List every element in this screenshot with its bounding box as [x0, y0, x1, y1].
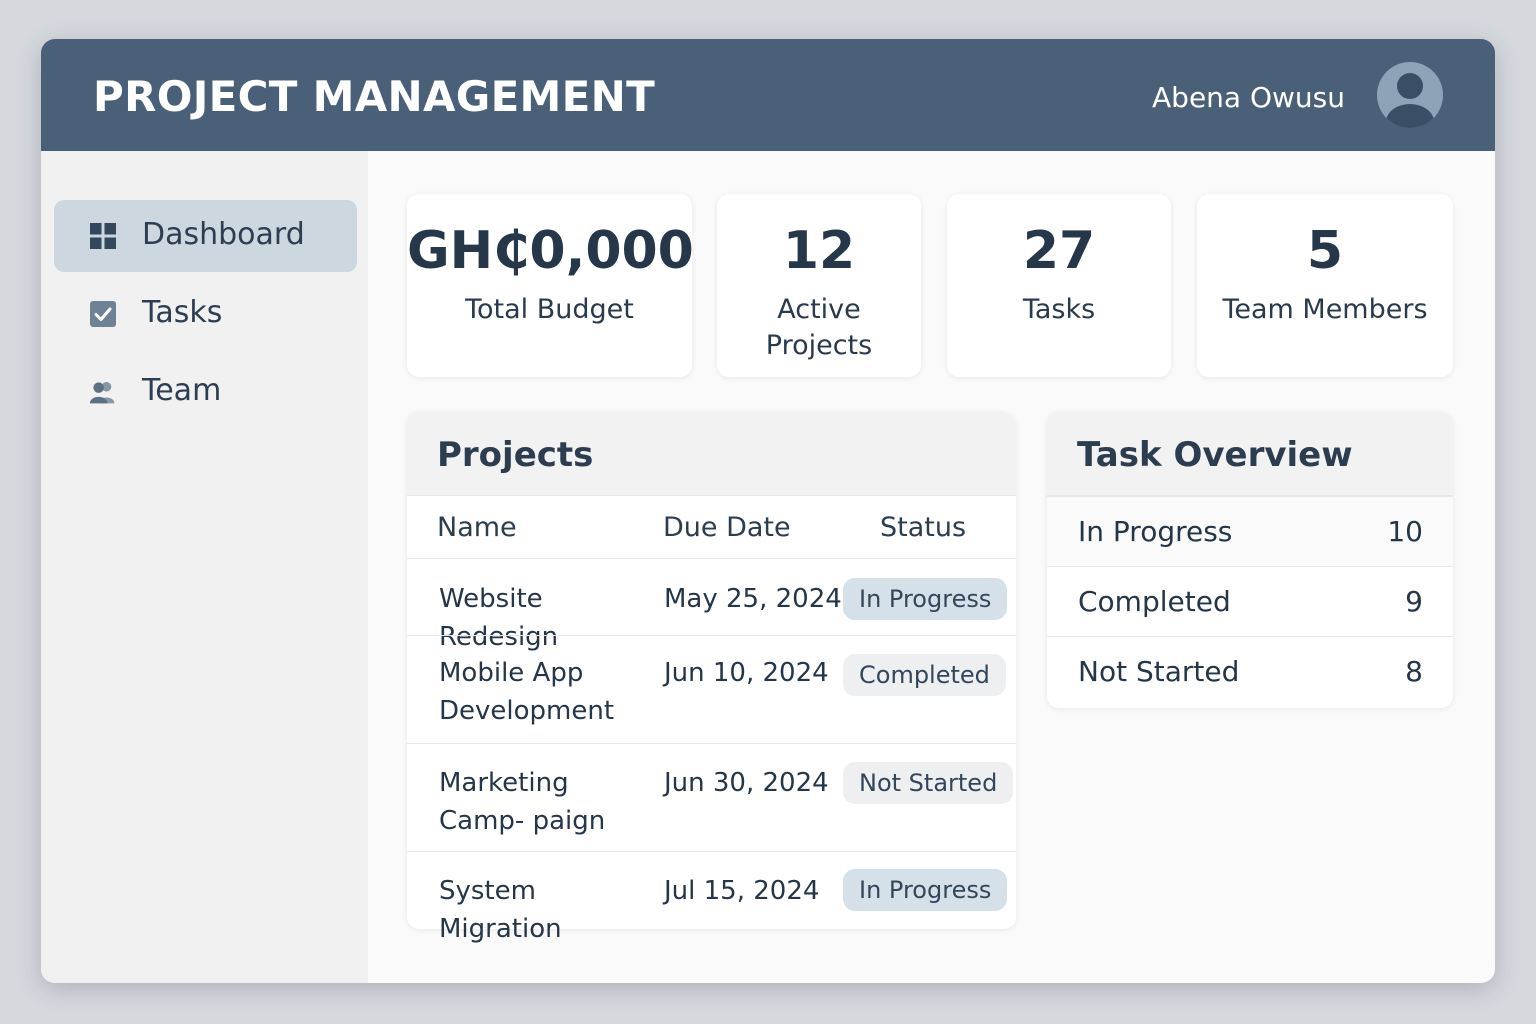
stat-card-tasks: 27 Tasks [947, 194, 1171, 377]
stat-label: Total Budget [465, 294, 634, 325]
app-title: PROJECT MANAGEMENT [93, 72, 656, 121]
overview-count: 10 [1387, 515, 1423, 548]
sidebar: Dashboard Tasks Team [41, 151, 368, 983]
overview-label: In Progress [1078, 515, 1233, 548]
sidebar-item-tasks[interactable]: Tasks [54, 278, 357, 350]
grid-icon [90, 223, 116, 249]
panel-title: Task Overview [1077, 435, 1353, 475]
project-due-date: Jul 15, 2024 [664, 876, 820, 906]
column-header-due-date[interactable]: Due Date [663, 512, 791, 543]
divider [407, 635, 1016, 636]
overview-row-in-progress[interactable]: In Progress 10 [1047, 496, 1453, 566]
sidebar-item-dashboard[interactable]: Dashboard [54, 200, 357, 272]
stat-label: Team Members [1222, 294, 1428, 325]
task-overview-header: Task Overview [1047, 412, 1453, 496]
overview-row-not-started[interactable]: Not Started 8 [1047, 636, 1453, 706]
divider [407, 743, 1016, 744]
stat-card-team-members: 5 Team Members [1197, 194, 1453, 377]
app-window: PROJECT MANAGEMENT Abena Owusu Dashboard… [41, 39, 1495, 983]
overview-count: 9 [1405, 585, 1423, 618]
people-icon [89, 381, 115, 404]
status-badge: Completed [843, 654, 1006, 696]
overview-count: 8 [1405, 655, 1423, 688]
stat-value: GH₵0,000 [407, 221, 694, 281]
overview-row-completed[interactable]: Completed 9 [1047, 566, 1453, 636]
app-header: PROJECT MANAGEMENT Abena Owusu [41, 39, 1495, 151]
stat-label: Tasks [1022, 294, 1096, 325]
avatar[interactable] [1377, 62, 1443, 128]
projects-panel: Projects Name Due Date Status Website Re… [407, 412, 1016, 944]
avatar-head [1397, 73, 1423, 99]
project-name[interactable]: Website Redesign [439, 580, 664, 656]
stat-value: 27 [1022, 221, 1096, 281]
project-name[interactable]: Marketing Camp- paign [439, 764, 659, 840]
avatar-body [1386, 104, 1434, 128]
panel-title: Projects [437, 435, 594, 475]
status-badge: In Progress [843, 869, 1008, 911]
sidebar-item-team[interactable]: Team [54, 356, 357, 428]
projects-panel-header: Projects [407, 412, 1016, 496]
project-due-date: May 25, 2024 [664, 584, 842, 614]
stat-value: 5 [1306, 221, 1344, 281]
status-badge: In Progress [843, 578, 1008, 620]
overview-label: Completed [1078, 585, 1231, 618]
overview-label: Not Started [1078, 655, 1240, 688]
task-overview-panel: Task Overview In Progress 10 Completed 9… [1047, 412, 1453, 708]
project-name[interactable]: System Migration [439, 872, 664, 948]
divider [407, 558, 1016, 559]
project-name[interactable]: Mobile App Development [439, 654, 654, 730]
project-due-date: Jun 30, 2024 [664, 768, 829, 798]
column-header-status[interactable]: Status [880, 512, 966, 543]
column-header-name[interactable]: Name [437, 512, 517, 543]
user-name[interactable]: Abena Owusu [1152, 81, 1345, 114]
stat-card-total-budget: GH₵0,000 Total Budget [407, 194, 694, 377]
sidebar-item-label: Dashboard [142, 217, 305, 252]
status-badge: Not Started [843, 762, 1014, 804]
sidebar-item-label: Tasks [142, 295, 223, 330]
divider [407, 851, 1016, 852]
stat-value: 12 [782, 221, 856, 281]
stat-card-active-projects: 12 Active Projects [717, 194, 921, 377]
project-due-date: Jun 10, 2024 [664, 658, 829, 688]
sidebar-item-label: Team [142, 373, 222, 408]
stat-label: Active Projects [765, 294, 873, 361]
checkbox-icon [90, 301, 116, 327]
